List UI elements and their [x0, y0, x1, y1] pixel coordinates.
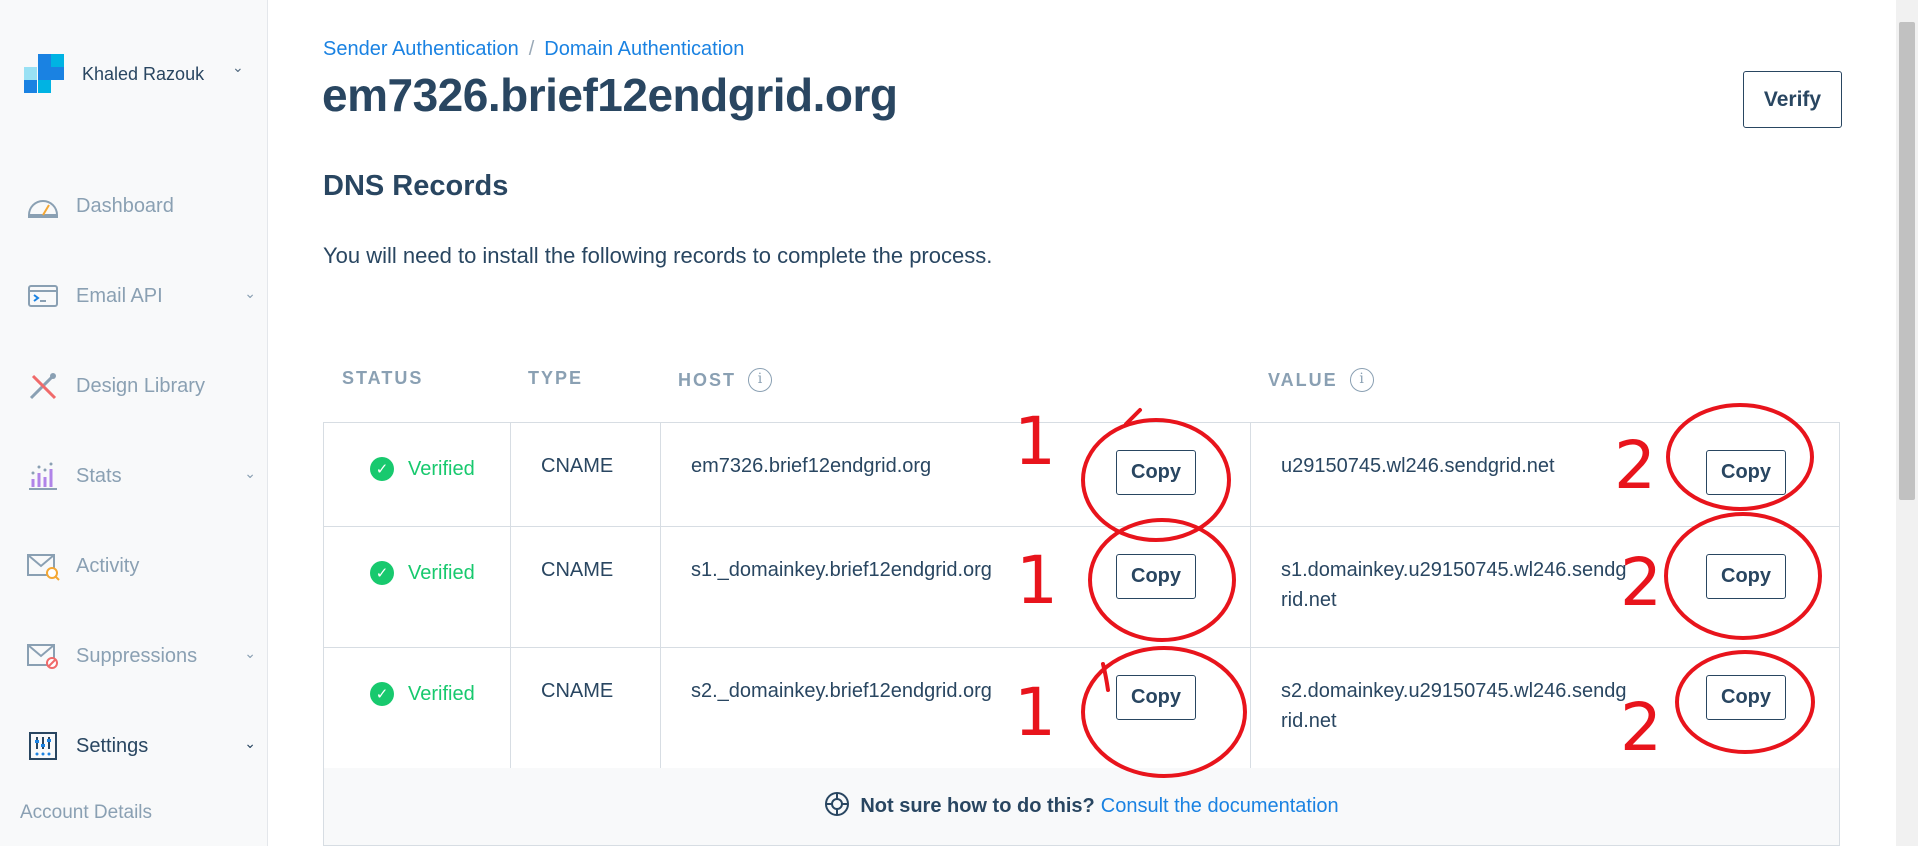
column-header-label: TYPE	[528, 368, 584, 388]
value-cell-line1: s1.domainkey.u29150745.wl246.sendg	[1281, 559, 1627, 581]
envelope-search-icon	[26, 549, 60, 583]
copy-host-button[interactable]: Copy	[1116, 554, 1196, 599]
sidebar-item-settings[interactable]: Settings ⌄	[26, 726, 256, 766]
chevron-down-icon[interactable]: ⌄	[232, 60, 244, 76]
table-row: ✓ Verified CNAME s2._domainkey.brief12en…	[324, 648, 1839, 769]
type-cell: CNAME	[541, 680, 614, 702]
status-text: Verified	[408, 457, 475, 480]
sidebar-item-label: Suppressions	[76, 644, 198, 667]
status-text: Verified	[408, 682, 475, 705]
table-row: ✓ Verified CNAME em7326.brief12endgrid.o…	[324, 423, 1839, 527]
status-cell: ✓ Verified	[370, 561, 475, 585]
breadcrumb: Sender Authentication / Domain Authentic…	[323, 38, 744, 61]
column-header-status: STATUS	[342, 368, 423, 389]
sidebar-subitem-account-details[interactable]: Account Details	[20, 802, 152, 824]
table-row: ✓ Verified CNAME s1._domainkey.brief12en…	[324, 527, 1839, 648]
sendgrid-logo	[24, 54, 64, 94]
sidebar-item-label: Stats	[76, 464, 122, 487]
sidebar: Khaled Razouk ⌄ Dashboard Email API ⌄ De…	[0, 0, 268, 846]
chevron-down-icon: ⌄	[244, 736, 256, 752]
sidebar-item-dashboard[interactable]: Dashboard	[26, 186, 256, 226]
status-cell: ✓ Verified	[370, 682, 475, 706]
check-circle-icon: ✓	[370, 561, 394, 585]
breadcrumb-domain-authentication[interactable]: Domain Authentication	[544, 38, 744, 61]
verify-button[interactable]: Verify	[1743, 71, 1842, 128]
breadcrumb-separator: /	[528, 38, 535, 60]
host-cell: s1._domainkey.brief12endgrid.org	[691, 559, 992, 581]
column-header-label: STATUS	[342, 368, 424, 388]
column-header-label: VALUE	[1268, 369, 1338, 390]
sidebar-item-label: Settings	[76, 734, 149, 757]
sidebar-item-label: Dashboard	[76, 194, 174, 217]
scrollbar-thumb[interactable]	[1899, 22, 1915, 500]
sidebar-item-label: Design Library	[76, 374, 205, 397]
intro-text: You will need to install the following r…	[323, 243, 993, 268]
page-title: em7326.brief12endgrid.org	[322, 69, 898, 121]
column-header-value: VALUE i	[1268, 368, 1374, 392]
info-icon[interactable]: i	[1349, 368, 1374, 392]
status-text: Verified	[408, 561, 475, 584]
type-cell: CNAME	[541, 559, 614, 581]
dns-records-table: ✓ Verified CNAME em7326.brief12endgrid.o…	[323, 422, 1840, 770]
sliders-icon	[26, 729, 60, 763]
status-cell: ✓ Verified	[370, 457, 475, 481]
chevron-down-icon: ⌄	[244, 646, 256, 662]
copy-host-button[interactable]: Copy	[1116, 675, 1196, 720]
chevron-down-icon: ⌄	[244, 466, 256, 482]
sidebar-item-label: Email API	[76, 284, 163, 307]
host-cell: s2._domainkey.brief12endgrid.org	[691, 680, 992, 702]
breadcrumb-sender-authentication[interactable]: Sender Authentication	[323, 38, 519, 61]
copy-host-button[interactable]: Copy	[1116, 450, 1196, 495]
copy-value-button[interactable]: Copy	[1706, 450, 1786, 495]
info-icon[interactable]: i	[748, 368, 773, 392]
sidebar-item-label: Activity	[76, 554, 140, 577]
value-cell-line2: rid.net	[1281, 710, 1337, 732]
sidebar-item-activity[interactable]: Activity	[26, 546, 256, 586]
terminal-icon	[26, 279, 60, 313]
documentation-link[interactable]: Consult the documentation	[1101, 795, 1339, 818]
type-cell: CNAME	[541, 455, 614, 477]
copy-value-button[interactable]: Copy	[1706, 675, 1786, 720]
copy-value-button[interactable]: Copy	[1706, 554, 1786, 599]
help-banner: Not sure how to do this? Consult the doc…	[323, 768, 1840, 846]
value-cell-line2: rid.net	[1281, 589, 1337, 611]
scrollbar[interactable]	[1896, 0, 1918, 846]
column-header-host: HOST i	[678, 368, 773, 392]
account-name: Khaled Razouk	[82, 63, 205, 84]
check-circle-icon: ✓	[370, 457, 394, 481]
section-title: DNS Records	[323, 170, 509, 202]
stats-icon	[26, 459, 60, 493]
help-question: Not sure how to do this?	[860, 795, 1095, 817]
column-header-type: TYPE	[528, 368, 583, 389]
sidebar-item-stats[interactable]: Stats ⌄	[26, 456, 256, 496]
pencil-ruler-icon	[26, 369, 60, 403]
chevron-down-icon: ⌄	[244, 286, 256, 302]
host-cell: em7326.brief12endgrid.org	[691, 455, 932, 477]
account-switcher[interactable]: Khaled Razouk	[24, 54, 204, 94]
value-cell: u29150745.wl246.sendgrid.net	[1281, 455, 1555, 477]
envelope-block-icon	[26, 639, 60, 673]
value-cell-line1: s2.domainkey.u29150745.wl246.sendg	[1281, 680, 1627, 702]
lifebuoy-icon	[824, 791, 850, 823]
gauge-icon	[26, 189, 60, 223]
sidebar-item-suppressions[interactable]: Suppressions ⌄	[26, 636, 256, 676]
sidebar-item-email-api[interactable]: Email API ⌄	[26, 276, 256, 316]
sidebar-item-design-library[interactable]: Design Library	[26, 366, 256, 406]
column-header-label: HOST	[678, 369, 737, 390]
check-circle-icon: ✓	[370, 682, 394, 706]
